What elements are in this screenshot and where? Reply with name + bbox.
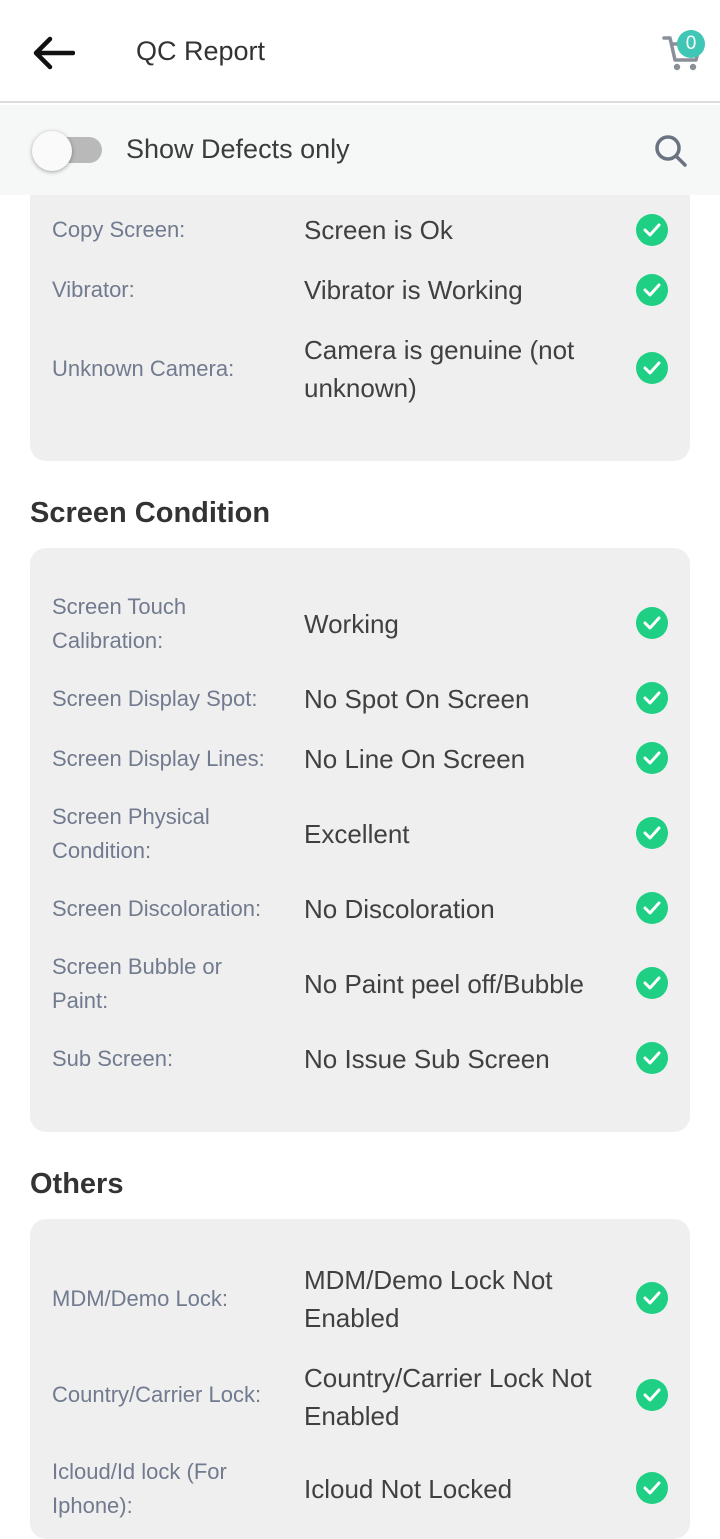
check-icon xyxy=(636,1379,668,1411)
defects-toggle-label: Show Defects only xyxy=(126,134,350,164)
row-label: Vibrator: xyxy=(52,277,135,302)
check-icon xyxy=(636,607,668,639)
check-icon xyxy=(636,967,668,999)
row-label: Country/Carrier Lock: xyxy=(52,1382,262,1407)
section-title-screen-condition: Screen Condition xyxy=(30,497,271,529)
row-label: Screen Display Lines: xyxy=(52,746,265,771)
search-icon xyxy=(655,135,687,167)
row-value: Vibrator is Working xyxy=(304,275,523,305)
back-button[interactable] xyxy=(28,28,78,78)
check-icon xyxy=(636,892,668,924)
row-value: Working xyxy=(304,609,399,639)
check-icon xyxy=(636,214,668,246)
row-label: MDM/Demo Lock: xyxy=(52,1286,229,1311)
check-icon xyxy=(636,682,668,714)
check-icon xyxy=(636,274,668,306)
back-arrow-icon xyxy=(33,36,75,70)
row-value: No Line On Screen xyxy=(304,744,526,774)
filter-bar xyxy=(0,105,720,195)
row-value: No Issue Sub Screen xyxy=(304,1044,550,1074)
cart-count-badge: 0 xyxy=(677,30,705,58)
check-icon xyxy=(636,817,668,849)
row-label: Unknown Camera: xyxy=(52,356,235,381)
row-value: Icloud Not Locked xyxy=(304,1474,513,1504)
check-icon xyxy=(636,352,668,384)
card-screen-condition: Screen Touch Calibration: Working Screen… xyxy=(30,548,690,1132)
row-label: Screen Display Spot: xyxy=(52,686,258,711)
row-value: Excellent xyxy=(304,819,410,849)
row-value: No Discoloration xyxy=(304,894,495,924)
check-icon xyxy=(636,1472,668,1504)
row-value: Screen is Ok xyxy=(304,215,453,245)
row-label: Screen Touch Calibration: xyxy=(52,594,187,653)
row-label: Copy Screen: xyxy=(52,217,186,242)
search-button[interactable] xyxy=(652,132,690,170)
section-title-others: Others xyxy=(30,1168,124,1200)
row-label: Screen Discoloration: xyxy=(52,896,262,921)
check-icon xyxy=(636,1282,668,1314)
row-label: Screen Physical Condition: xyxy=(52,804,210,863)
page-title: QC Report xyxy=(136,36,266,66)
defects-toggle-thumb[interactable] xyxy=(32,131,72,171)
card-device-checks: Copy Screen: Screen is Ok Vibrator: Vibr… xyxy=(30,195,690,461)
check-icon xyxy=(636,742,668,774)
row-value: No Paint peel off/Bubble xyxy=(304,969,584,999)
row-value: No Spot On Screen xyxy=(304,684,530,714)
row-label: Sub Screen: xyxy=(52,1046,174,1071)
row-value: MDM/Demo Lock Not Enabled xyxy=(304,1265,553,1333)
row-label: Screen Bubble or Paint: xyxy=(52,954,222,1013)
card-others: MDM/Demo Lock: MDM/Demo Lock Not Enabled… xyxy=(30,1219,690,1539)
row-value: Camera is genuine (not unknown) xyxy=(304,335,575,403)
row-value: Country/Carrier Lock Not Enabled xyxy=(304,1363,592,1431)
app-bar: QC Report 0 xyxy=(0,0,720,103)
check-icon xyxy=(636,1042,668,1074)
